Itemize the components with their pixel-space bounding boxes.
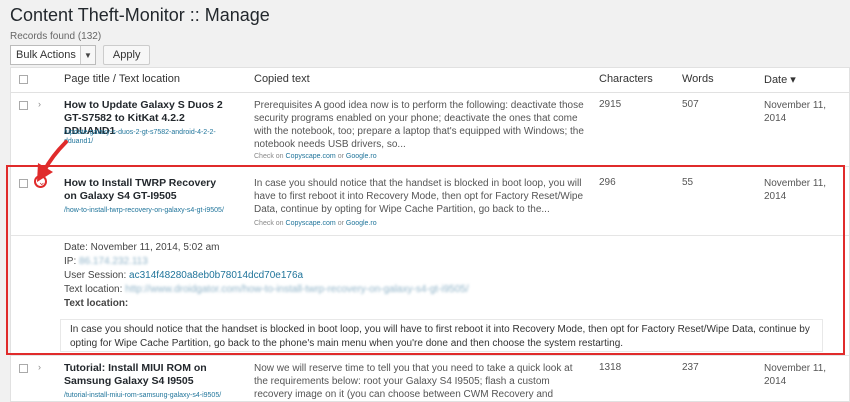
red-arrow-icon [37, 140, 68, 182]
